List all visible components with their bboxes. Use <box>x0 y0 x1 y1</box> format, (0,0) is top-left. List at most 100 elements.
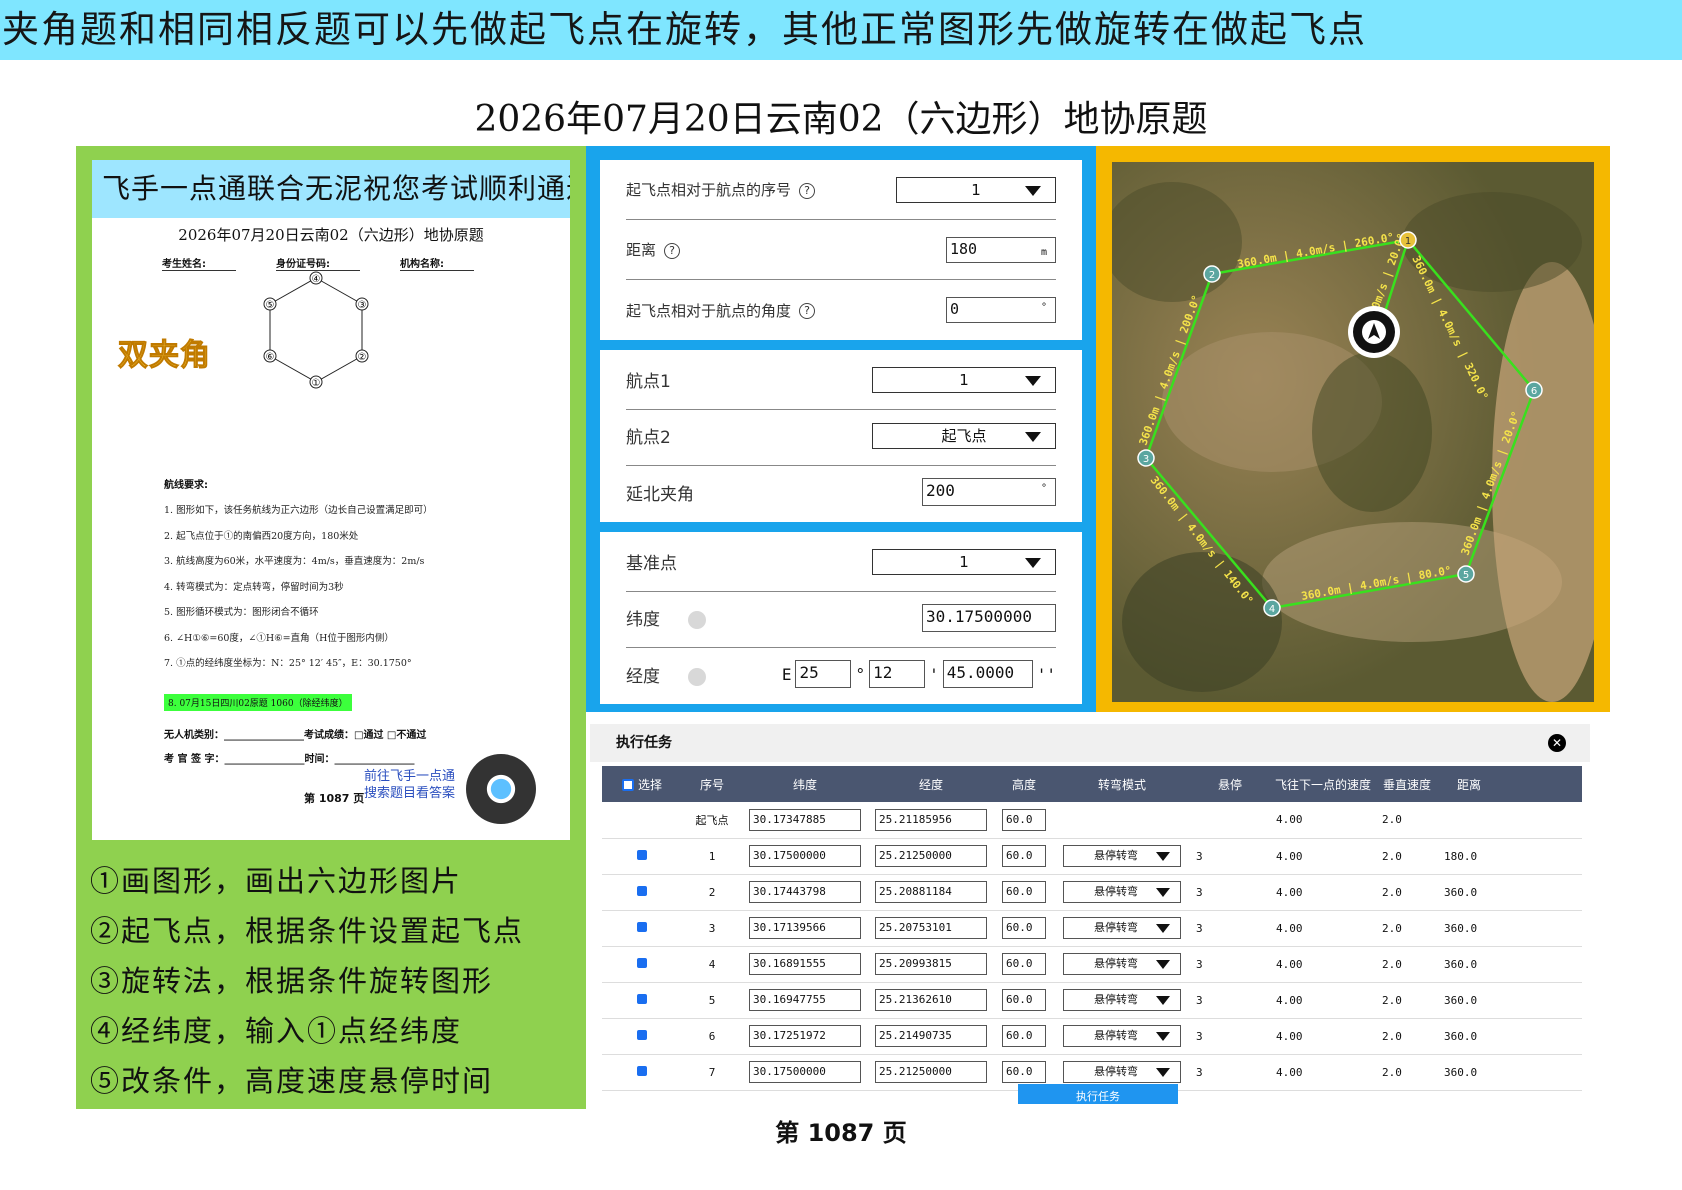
row-hover[interactable]: 3 <box>1190 946 1270 983</box>
row-select[interactable] <box>602 1018 682 1055</box>
row-hover[interactable]: 3 <box>1190 910 1270 947</box>
lon-minute-input[interactable]: 12 <box>869 660 926 688</box>
row-select[interactable] <box>602 838 682 875</box>
north-angle-input[interactable]: 200 ° <box>922 478 1056 506</box>
row-speed[interactable]: 4.00 <box>1270 910 1376 947</box>
row-lon-input[interactable]: 25.21250000 <box>875 845 987 867</box>
row-checkbox[interactable] <box>637 885 647 896</box>
row-vspeed[interactable]: 2.0 <box>1376 910 1438 947</box>
row-lat-input[interactable]: 30.17500000 <box>749 1061 861 1083</box>
row-dist: 360.0 <box>1438 1054 1500 1091</box>
waypoint-table: 选择 序号 纬度 经度 高度 转弯模式 悬停 飞往下一点的速度 垂直速度 距离 … <box>602 766 1582 1091</box>
help-icon[interactable]: ? <box>664 242 681 259</box>
row-vspeed[interactable]: 2.0 <box>1376 982 1438 1019</box>
row-alt-input[interactable]: 60.0 <box>1002 1025 1046 1047</box>
row-speed[interactable]: 4.00 <box>1270 838 1376 875</box>
lon-degree-input[interactable]: 25 <box>795 660 852 688</box>
lon-second-input[interactable]: 45.0000 <box>942 660 1033 688</box>
row-lon-input[interactable]: 25.21250000 <box>875 1061 987 1083</box>
row-vspeed[interactable]: 2.0 <box>1376 802 1438 839</box>
row-select[interactable] <box>602 946 682 983</box>
row-alt-input[interactable]: 60.0 <box>1002 845 1046 867</box>
satellite-map[interactable]: 360.0m | 4.0m/s | 260.0° 360.0m | 4.0m/s… <box>1112 162 1594 702</box>
row-lat-input[interactable]: 30.16947755 <box>749 989 861 1011</box>
row-alt-input[interactable]: 60.0 <box>1002 953 1046 975</box>
waypoint-marker-5: 5 <box>1457 565 1475 583</box>
row-lat-input[interactable]: 30.17347885 <box>749 808 861 831</box>
row-vspeed[interactable]: 2.0 <box>1376 874 1438 911</box>
row-mode-select[interactable]: 悬停转弯 <box>1063 953 1181 975</box>
map-canvas[interactable]: 360.0m | 4.0m/s | 260.0° 360.0m | 4.0m/s… <box>1112 162 1594 702</box>
row-hover[interactable]: 3 <box>1190 1054 1270 1091</box>
row-speed[interactable]: 4.00 <box>1270 802 1376 839</box>
row-speed[interactable]: 4.00 <box>1270 1018 1376 1055</box>
row-lat-input[interactable]: 30.17500000 <box>749 845 861 867</box>
row-lat-input[interactable]: 30.16891555 <box>749 953 861 975</box>
row-speed[interactable]: 4.00 <box>1270 874 1376 911</box>
close-icon[interactable]: ✕ <box>1548 734 1566 752</box>
row-hover[interactable]: 3 <box>1190 838 1270 875</box>
takeoff-seq-select[interactable]: 1 <box>896 176 1056 203</box>
row-select[interactable] <box>602 802 682 839</box>
row-vspeed[interactable]: 2.0 <box>1376 838 1438 875</box>
location-icon[interactable] <box>688 611 706 629</box>
requirements-title: 航线要求: <box>164 480 208 491</box>
step-item: ③旋转法，根据条件旋转图形 <box>90 964 494 998</box>
row-lon-input[interactable]: 25.20881184 <box>875 881 987 903</box>
row-alt-input[interactable]: 60.0 <box>1002 917 1046 939</box>
table-row: 1 30.17500000 25.21250000 60.0 悬停转弯 3 4.00 2.0 1… <box>602 838 1582 875</box>
row-checkbox[interactable] <box>637 1029 647 1040</box>
row-checkbox[interactable] <box>637 849 647 860</box>
help-icon[interactable]: ? <box>799 182 816 199</box>
row-alt-input[interactable]: 60.0 <box>1002 1061 1046 1083</box>
row-mode-select[interactable]: 悬停转弯 <box>1063 845 1181 867</box>
location-icon[interactable] <box>688 667 706 686</box>
row-lon-input[interactable]: 25.21362610 <box>875 989 987 1011</box>
waypoint1-select[interactable]: 1 <box>872 366 1056 393</box>
row-mode-select[interactable]: 悬停转弯 <box>1063 1025 1181 1047</box>
row-hover[interactable]: 3 <box>1190 982 1270 1019</box>
row-lon-input[interactable]: 25.21490735 <box>875 1025 987 1047</box>
distance-input[interactable]: 180 m <box>946 236 1056 263</box>
row-mode-select[interactable]: 悬停转弯 <box>1063 1061 1181 1083</box>
row-speed[interactable]: 4.00 <box>1270 1054 1376 1091</box>
row-select[interactable] <box>602 874 682 911</box>
help-icon[interactable]: ? <box>799 303 816 319</box>
row-select[interactable] <box>602 1054 682 1091</box>
row-hover[interactable]: 3 <box>1190 874 1270 911</box>
col-select[interactable]: 选择 <box>602 766 682 802</box>
row-lat-input[interactable]: 30.17251972 <box>749 1025 861 1047</box>
row-lat-input[interactable]: 30.17139566 <box>749 917 861 939</box>
row-speed[interactable]: 4.00 <box>1270 982 1376 1019</box>
row-hover[interactable] <box>1190 802 1270 839</box>
row-checkbox[interactable] <box>637 993 647 1004</box>
ref-point-select[interactable]: 1 <box>872 548 1056 575</box>
row-vspeed[interactable]: 2.0 <box>1376 1018 1438 1055</box>
takeoff-angle-input[interactable]: 0 ° <box>946 297 1056 323</box>
row-vspeed[interactable]: 2.0 <box>1376 946 1438 983</box>
row-checkbox[interactable] <box>637 1065 647 1076</box>
row-alt-input[interactable]: 60.0 <box>1002 989 1046 1011</box>
row-lon-input[interactable]: 25.20753101 <box>875 917 987 939</box>
row-checkbox[interactable] <box>637 921 647 932</box>
row-alt-input[interactable]: 60.0 <box>1002 881 1046 903</box>
row-speed[interactable]: 4.00 <box>1270 946 1376 983</box>
row-alt-input[interactable]: 60.0 <box>1002 808 1046 831</box>
row-select[interactable] <box>602 910 682 947</box>
select-all-checkbox[interactable] <box>621 779 634 791</box>
col-dist: 距离 <box>1456 777 1481 792</box>
row-checkbox[interactable] <box>637 957 647 968</box>
latitude-input[interactable]: 30.17500000 <box>922 603 1056 632</box>
row-mode-select[interactable]: 悬停转弯 <box>1063 881 1181 903</box>
row-lat-input[interactable]: 30.17443798 <box>749 881 861 903</box>
row-hover[interactable]: 3 <box>1190 1018 1270 1055</box>
row-select[interactable] <box>602 982 682 1019</box>
execute-task-button[interactable]: 执行任务 <box>1018 1084 1178 1104</box>
waypoint2-select[interactable]: 起飞点 <box>872 422 1056 449</box>
row-mode-select[interactable]: 悬停转弯 <box>1063 917 1181 939</box>
row-vspeed[interactable]: 2.0 <box>1376 1054 1438 1091</box>
row-lon-input[interactable]: 25.20993815 <box>875 953 987 975</box>
row-lon-input[interactable]: 25.21185956 <box>875 808 987 831</box>
row-mode-select[interactable]: 悬停转弯 <box>1063 989 1181 1011</box>
requirement-item: 5. 图形循环模式为：图形闭合不循环 <box>164 607 319 618</box>
